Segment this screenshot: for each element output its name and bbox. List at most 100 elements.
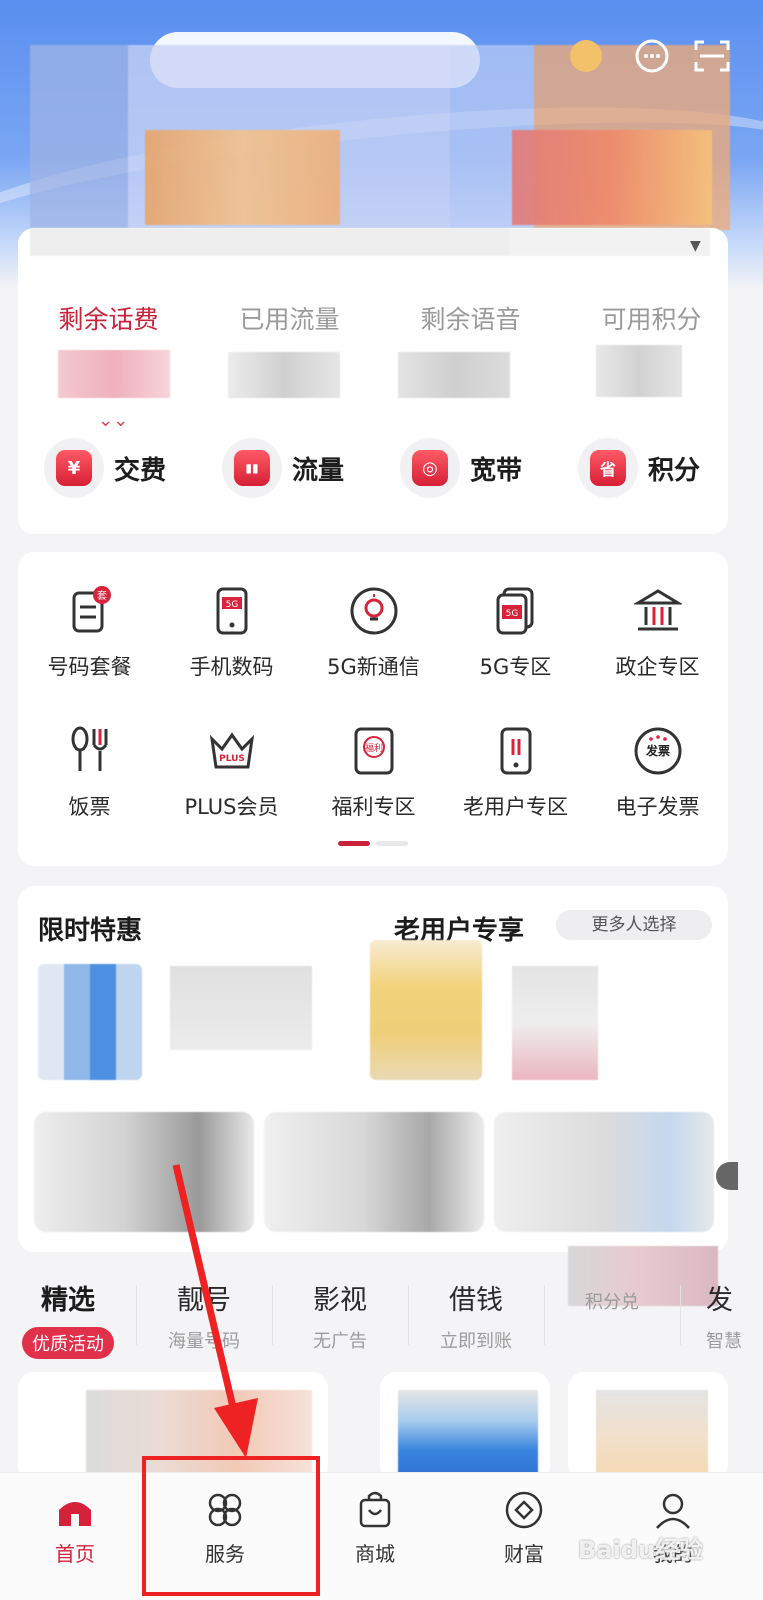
5g-cards-icon: 5G (496, 587, 533, 635)
blurred-data-value (228, 352, 340, 398)
bar-chart-icon: ▮▮ (222, 438, 282, 498)
grid-number-plan[interactable]: 套 号码套餐 (17, 585, 162, 681)
avatar-icon[interactable] (566, 36, 606, 76)
action-pay[interactable]: ¥ 交费 (44, 438, 166, 498)
nav-mall[interactable]: 商城 (310, 1488, 440, 1567)
grid-pager (338, 841, 408, 846)
action-points-label: 积分 (648, 455, 701, 486)
nav-wealth-label: 财富 (504, 1542, 544, 1566)
scan-icon[interactable] (692, 36, 732, 76)
feed-image-2 (398, 1390, 538, 1480)
category-sub: 立即到账 (440, 1331, 512, 1352)
promo-image-right[interactable] (370, 940, 482, 1080)
building-icon (633, 589, 682, 631)
category-video[interactable]: 影视 无广告 (272, 1278, 408, 1353)
category-sub: 无广告 (313, 1331, 367, 1352)
message-icon[interactable] (632, 36, 672, 76)
diamond-icon (505, 1491, 543, 1529)
grid-plus-member[interactable]: PLUS PLUS会员 (159, 725, 304, 821)
blurred-points-value (596, 345, 682, 397)
svg-text:福利: 福利 (364, 742, 382, 754)
category-featured[interactable]: 精选 优质活动 (0, 1278, 136, 1359)
category-smart[interactable]: 发 智慧 (680, 1278, 763, 1353)
grid-welfare-zone[interactable]: 福利 福利专区 (301, 725, 446, 821)
feed-image-3 (596, 1390, 708, 1480)
phone-5g-icon: 5G (216, 587, 247, 635)
promo-tile-2[interactable] (264, 1112, 484, 1232)
category-sub: 积分兑 (585, 1292, 639, 1313)
tab-available-points[interactable]: 可用积分 (561, 300, 742, 336)
blurred-account-right (510, 228, 710, 256)
grid-old-user-zone[interactable]: 老用户专区 (443, 725, 588, 821)
promo-text-left (170, 966, 312, 1050)
svg-text:发票: 发票 (644, 743, 669, 758)
category-nice-number[interactable]: 靓号 海量号码 (136, 1278, 272, 1353)
expand-chevron-icon[interactable]: ⌄⌄ (98, 410, 128, 431)
grid-label: 5G新通信 (327, 655, 420, 679)
scroll-right-arrow-icon[interactable] (716, 1162, 738, 1190)
grid-e-invoice[interactable]: 发票 电子发票 (585, 725, 730, 821)
blurred-account-line (30, 228, 510, 256)
blurred-banner-right (512, 130, 712, 225)
shopping-bag-icon (359, 1491, 391, 1528)
dropdown-icon[interactable]: ▼ (690, 238, 701, 254)
category-points-exchange[interactable]: 积分兑 (544, 1278, 680, 1314)
blurred-fee-value (58, 350, 170, 398)
category-title: 借钱 (449, 1285, 503, 1316)
action-data-label: 流量 (292, 455, 345, 486)
grid-5g-zone[interactable]: 5G 5G专区 (443, 585, 588, 681)
action-data[interactable]: ▮▮ 流量 (222, 438, 344, 498)
highlight-box (142, 1456, 320, 1596)
nav-mall-label: 商城 (355, 1542, 395, 1566)
svg-text:套: 套 (97, 589, 107, 602)
action-broadband[interactable]: ◎ 宽带 (400, 438, 522, 498)
router-icon: ◎ (400, 438, 460, 498)
spoon-fork-icon (71, 726, 107, 771)
category-title: 靓号 (177, 1285, 231, 1316)
promo-image-left[interactable] (38, 964, 142, 1080)
nav-wealth[interactable]: 财富 (459, 1488, 589, 1567)
grid-label: 号码套餐 (47, 655, 132, 679)
category-sub: 智慧 (706, 1331, 742, 1352)
grid-label: 饭票 (68, 795, 111, 819)
yuan-icon: ¥ (44, 438, 104, 498)
blurred-banner-left (145, 130, 340, 225)
category-sub: 海量号码 (168, 1331, 240, 1352)
balance-tabs: 剩余话费 已用流量 剩余语音 可用积分 (18, 300, 742, 336)
grid-phone-digital[interactable]: 5G 手机数码 (159, 585, 304, 681)
tab-used-data[interactable]: 已用流量 (199, 300, 380, 336)
tab-remaining-fee[interactable]: 剩余话费 (18, 300, 199, 336)
lightbulb-icon (350, 587, 397, 635)
sim-plan-icon: 套 (72, 586, 111, 633)
home-icon (59, 1502, 91, 1526)
crown-icon: PLUS (209, 732, 254, 769)
category-title: 发 (706, 1285, 733, 1316)
grid-label: 老用户专区 (463, 795, 568, 819)
more-choice-pill[interactable]: 更多人选择 (556, 910, 712, 940)
action-points[interactable]: 省 积分 (578, 438, 700, 498)
category-sub: 优质活动 (22, 1327, 114, 1359)
blurred-voice-value (398, 352, 510, 398)
limited-offer-title: 限时特惠 (38, 916, 143, 946)
grid-meal-ticket[interactable]: 饭票 (17, 725, 162, 821)
promo-tile-1[interactable] (34, 1112, 254, 1232)
category-loan[interactable]: 借钱 立即到账 (408, 1278, 544, 1353)
invoice-icon: 发票 (634, 727, 681, 775)
category-title: 影视 (313, 1285, 367, 1316)
svg-text:5G: 5G (505, 609, 518, 619)
pager-dot-active (338, 841, 370, 846)
grid-gov-enterprise[interactable]: 政企专区 (585, 585, 730, 681)
grid-5g-new-comm[interactable]: 5G新通信 (301, 585, 446, 681)
grid-label: 福利专区 (331, 795, 416, 819)
grid-label: 5G专区 (479, 655, 552, 679)
svg-text:PLUS: PLUS (219, 754, 245, 764)
nav-home-label: 首页 (55, 1542, 95, 1566)
watermark: Baidu经验 (578, 1536, 703, 1564)
promo-tile-3[interactable] (494, 1112, 714, 1232)
nav-home[interactable]: 首页 (10, 1488, 140, 1567)
action-pay-label: 交费 (114, 455, 167, 486)
person-icon (656, 1493, 690, 1529)
grid-label: 电子发票 (615, 795, 700, 819)
tab-remaining-voice[interactable]: 剩余语音 (380, 300, 561, 336)
svg-text:5G: 5G (225, 600, 238, 610)
